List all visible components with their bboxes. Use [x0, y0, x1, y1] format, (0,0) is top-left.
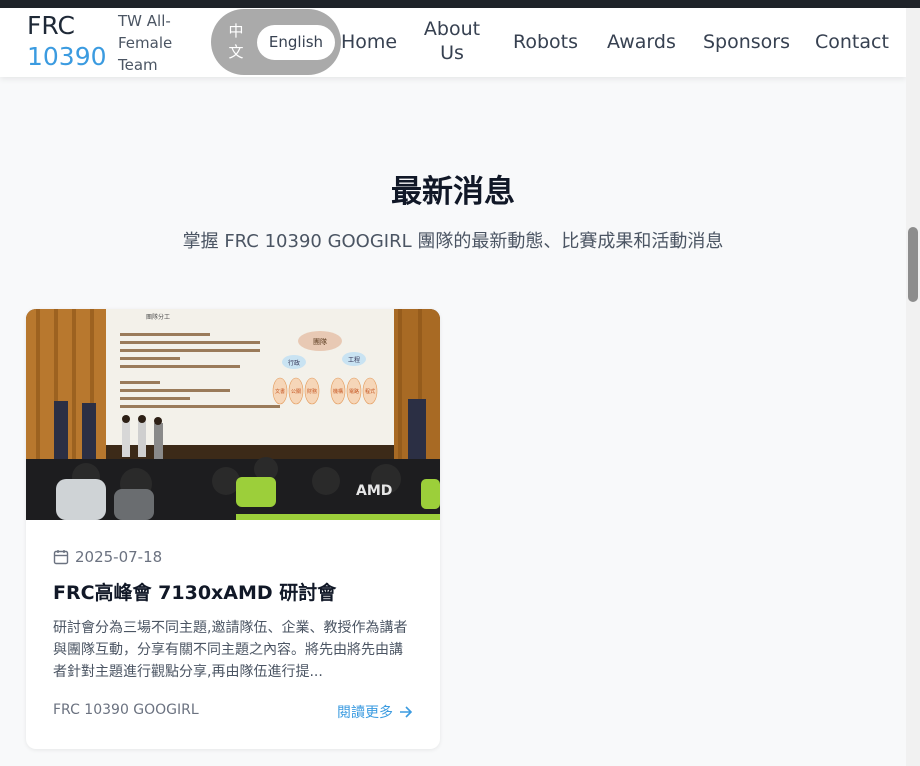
news-section-title: 最新消息 [391, 174, 515, 210]
browser-top-strip [0, 0, 920, 8]
arrow-right-icon [400, 706, 413, 718]
scrollbar-thumb[interactable] [908, 227, 918, 302]
news-card-author: FRC 10390 GOOGIRL [53, 702, 199, 718]
nav-robots[interactable]: Robots [513, 30, 578, 54]
slide-title: 團隊分工 [146, 313, 170, 321]
navbar: FRC 10390 TW All-Female Team 中文 English … [0, 8, 906, 77]
nav-awards[interactable]: Awards [607, 30, 676, 54]
lang-chinese-button[interactable]: 中文 [228, 21, 244, 63]
news-card-excerpt: 研討會分為三場不同主題,邀請隊伍、企業、教授作為講者與團隊互動，分享有關不同主題… [53, 620, 408, 680]
news-card-title[interactable]: FRC高峰會 7130xAMD 研討會 [53, 578, 336, 605]
brand-logo[interactable]: FRC 10390 [27, 10, 107, 72]
news-card-date: 2025-07-18 [53, 548, 162, 566]
slide-box-2: 公關 [291, 389, 301, 395]
nav-sponsors[interactable]: Sponsors [703, 30, 790, 54]
scrollbar-track[interactable] [906, 8, 920, 766]
slide-box-3: 財務 [307, 388, 317, 395]
brand-frc: FRC [27, 11, 75, 40]
slide-center: 團隊 [313, 337, 327, 346]
slide-box-1: 文書 [275, 388, 285, 395]
nav-about[interactable]: About Us [420, 17, 484, 65]
stage-sign: AMD [356, 483, 392, 499]
slide-box-5: 電路 [349, 388, 359, 395]
news-section-subtitle: 掌握 FRC 10390 GOOGIRL 團隊的最新動態、比賽成果和活動消息 [182, 231, 724, 252]
brand-number: 10390 [27, 42, 107, 71]
calendar-icon [53, 550, 69, 565]
news-card-date-text: 2025-07-18 [75, 548, 163, 566]
news-card-image[interactable]: 團隊分工 團隊 行政 工程 文書 公關 財務 機構 電路 程式 AMD [26, 309, 440, 520]
slide-right: 工程 [348, 356, 360, 364]
slide-box-4: 機構 [333, 388, 343, 395]
slide-box-6: 程式 [365, 388, 375, 395]
read-more-link[interactable]: 閱讀更多 [337, 702, 413, 722]
slide-left: 行政 [288, 359, 300, 367]
news-card[interactable]: 團隊分工 團隊 行政 工程 文書 公關 財務 機構 電路 程式 AMD 2025… [26, 309, 440, 749]
team-subtitle: TW All-Female Team [118, 12, 173, 74]
nav-home[interactable]: Home [341, 30, 397, 54]
lang-english-button[interactable]: English [257, 25, 335, 60]
read-more-label: 閱讀更多 [337, 705, 393, 721]
nav-contact[interactable]: Contact [815, 30, 889, 54]
language-toggle[interactable]: 中文 English [211, 9, 341, 75]
